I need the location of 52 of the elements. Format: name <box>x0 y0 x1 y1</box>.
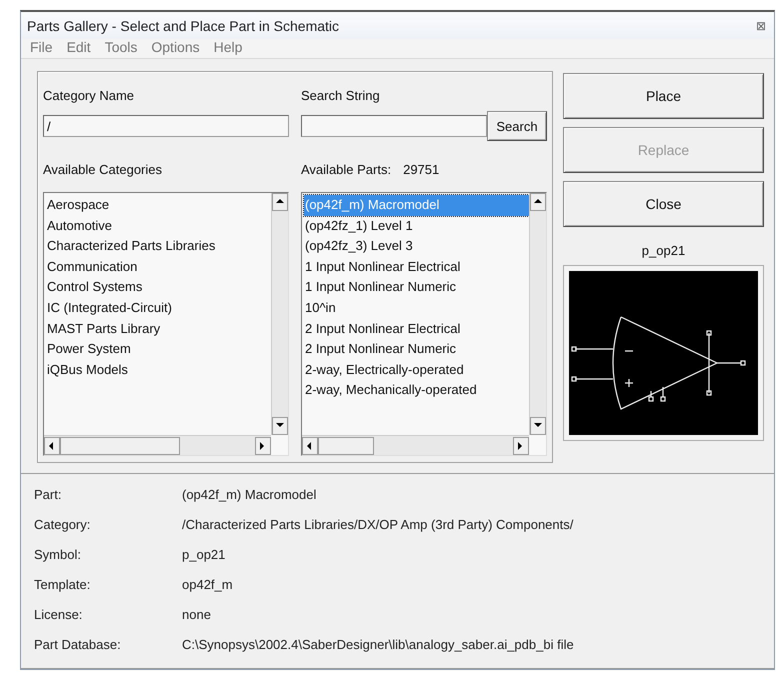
list-item[interactable]: Control Systems <box>46 277 271 298</box>
menu-item[interactable]: Tools <box>104 39 138 55</box>
list-item[interactable]: 1 Input Nonlinear Electrical <box>304 256 529 278</box>
list-label: Available Categories <box>43 162 162 179</box>
detail-value: C:\Synopsys\2002.4\SaberDesigner\lib\analogy_saber.ai_pdb_bi file <box>182 636 575 654</box>
window-title: Parts Gallery - Select and Place Part in Schematic <box>27 18 340 34</box>
list-item[interactable]: 2 Input Nonlinear Numeric <box>304 339 529 360</box>
list-item[interactable]: 10^in <box>304 298 529 319</box>
category-name-field[interactable]: / <box>43 115 289 137</box>
horizontal-scrollbar[interactable] <box>44 435 271 455</box>
list-item[interactable]: MAST Parts Library <box>46 318 271 340</box>
list-item[interactable]: Communication <box>46 256 271 278</box>
detail-value: (op42f_m) Macromodel <box>182 486 318 504</box>
search-field[interactable] <box>301 115 487 137</box>
list-item[interactable]: Characterized Parts Libraries <box>46 236 271 257</box>
list-item[interactable]: Aerospace <box>46 195 271 216</box>
dialog-button[interactable]: Place <box>563 73 764 119</box>
menu-item[interactable]: File <box>30 39 53 55</box>
close-button[interactable]: ⊠ <box>756 18 766 32</box>
vertical-scrollbar[interactable] <box>271 193 288 435</box>
search-button[interactable]: Search <box>487 111 547 141</box>
menu-item[interactable]: Edit <box>66 39 91 55</box>
detail-label: Category: <box>34 516 92 534</box>
horizontal-scrollbar[interactable] <box>302 435 529 455</box>
symbol-name: p_op21 <box>640 243 686 260</box>
detail-label: License: <box>34 606 84 624</box>
field-label: Search String <box>301 88 381 105</box>
field-label: Category Name <box>43 88 136 105</box>
menu-item[interactable]: Options <box>151 39 200 55</box>
detail-value: p_op21 <box>182 546 226 564</box>
list-label: Available Parts: <box>301 162 392 179</box>
list-item[interactable]: (op42fz_1) Level 1 <box>304 216 529 236</box>
detail-label: Part Database: <box>34 636 122 654</box>
dialog-button[interactable]: Close <box>563 181 764 227</box>
list-item[interactable]: Power System <box>46 339 271 360</box>
list-item[interactable]: (op42fz_3) Level 3 <box>304 236 529 257</box>
list-item[interactable]: IC (Integrated-Circuit) <box>46 298 271 319</box>
detail-value: none <box>182 606 212 624</box>
vertical-scrollbar[interactable] <box>529 193 546 435</box>
list-item[interactable]: 2-way, Electrically-operated <box>304 360 529 380</box>
list-item[interactable]: iQBus Models <box>46 360 271 380</box>
detail-value: op42f_m <box>182 576 234 594</box>
detail-value: /Characterized Parts Libraries/DX/OP Amp (3rd Party) Components/ <box>182 516 574 534</box>
detail-label: Template: <box>34 576 92 594</box>
list-item[interactable]: 2-way, Mechanically-operated <box>304 380 529 401</box>
detail-label: Part: <box>34 486 62 504</box>
detail-label: Symbol: <box>34 546 82 564</box>
list-item[interactable]: 1 Input Nonlinear Numeric <box>304 277 529 298</box>
list-item[interactable]: Automotive <box>46 216 271 236</box>
parts-count: 29751 <box>403 162 440 179</box>
list-item[interactable]: 2 Input Nonlinear Electrical <box>304 318 529 340</box>
menu-item[interactable]: Help <box>214 39 242 55</box>
